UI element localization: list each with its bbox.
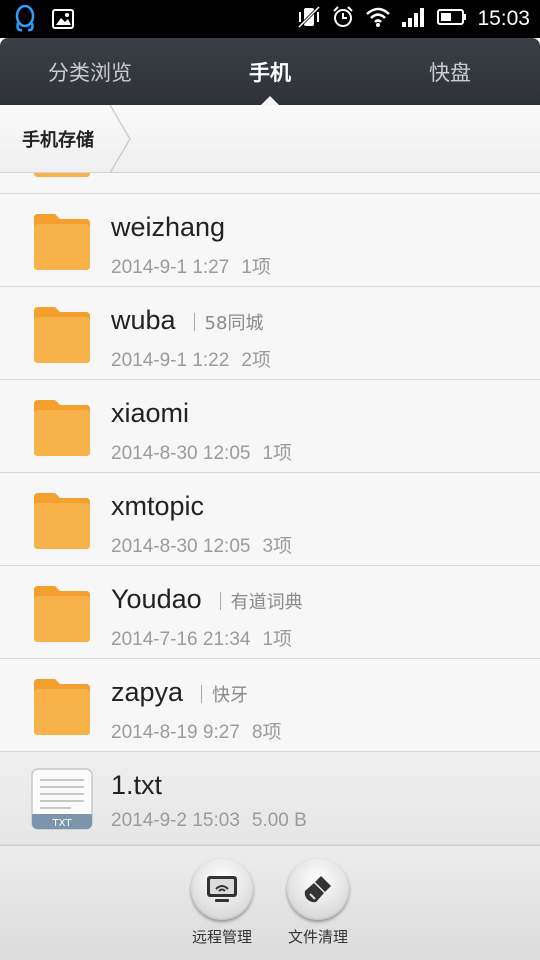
list-item-folder[interactable]: zapya 快牙 2014-8-19 9:27 8项 <box>0 659 540 752</box>
remote-manage-label: 远程管理 <box>191 928 252 946</box>
folder-icon <box>34 307 90 363</box>
item-name: Youdao <box>111 584 202 614</box>
item-count: 1项 <box>262 629 293 650</box>
list-item-folder[interactable]: wuba 58同城 2014-9-1 1:22 2项 <box>0 287 540 380</box>
item-count: 2项 <box>241 350 271 371</box>
item-name-row: 1.txt <box>111 770 162 801</box>
item-alias-text: 58同城 <box>204 313 264 334</box>
item-name-row: Youdao 有道词典 <box>111 584 303 615</box>
list-item-folder[interactable]: Youdao 有道词典 2014-7-16 21:34 1项 <box>0 566 540 659</box>
item-size: 5.00 B <box>251 810 307 831</box>
item-date: 2014-8-30 12:05 <box>111 536 251 557</box>
folder-icon <box>34 214 90 270</box>
bottom-action-bar: 远程管理 文件清理 <box>0 845 540 960</box>
battery-icon <box>437 8 467 30</box>
broom-clean-icon[interactable] <box>287 858 349 920</box>
item-count: 1项 <box>262 443 293 464</box>
remote-manage-icon[interactable] <box>191 858 253 920</box>
item-meta: 2014-7-16 21:34 1项 <box>111 624 292 651</box>
item-meta: 2014-9-2 15:03 5.00 B <box>111 810 307 832</box>
folder-icon <box>34 173 90 177</box>
vibrate-off-icon <box>297 5 321 32</box>
signal-icon <box>401 6 427 32</box>
folder-icon <box>34 493 90 549</box>
status-bar: 15:03 <box>0 0 540 38</box>
alarm-icon <box>331 5 355 33</box>
tab-category-browse[interactable]: 分类浏览 <box>0 38 180 105</box>
txt-file-icon: TXT <box>31 768 93 830</box>
qq-penguin-icon <box>14 4 36 37</box>
txt-badge: TXT <box>52 818 73 829</box>
list-item-folder[interactable]: weizhang 2014-9-1 1:27 1项 <box>0 194 540 287</box>
item-name: wuba <box>111 305 176 335</box>
clock-time: 15:03 <box>477 7 530 30</box>
item-name: weizhang <box>111 212 226 242</box>
item-name-row: wuba 58同城 <box>111 305 263 336</box>
list-item-partial <box>0 173 540 194</box>
item-count: 1项 <box>241 257 271 278</box>
item-meta: 2014-8-30 12:05 3项 <box>111 531 292 558</box>
folder-icon <box>34 400 90 456</box>
image-icon <box>52 9 74 33</box>
item-date: 2014-8-19 9:27 <box>111 722 240 743</box>
item-meta: 2014-8-19 9:27 8项 <box>111 717 281 744</box>
item-meta: 2014-8-30 12:05 1项 <box>111 438 292 465</box>
item-name-row: zapya 快牙 <box>111 677 248 708</box>
item-meta: 2014-9-1 1:27 1项 <box>111 252 271 279</box>
wifi-icon <box>365 6 391 32</box>
item-meta: 2014-9-1 1:22 2项 <box>111 345 271 372</box>
item-alias-text: 快牙 <box>212 685 249 706</box>
item-date: 2014-9-1 1:27 <box>111 257 230 278</box>
item-date: 2014-9-2 15:03 <box>111 810 240 831</box>
item-date: 2014-8-30 12:05 <box>111 443 251 464</box>
item-alias: 58同城 <box>193 309 264 335</box>
item-count: 8项 <box>251 722 282 743</box>
item-date: 2014-9-1 1:22 <box>111 350 230 371</box>
item-alias: 快牙 <box>201 681 248 707</box>
breadcrumb: 手机存储 <box>0 105 540 173</box>
item-name: xmtopic <box>111 491 205 521</box>
tab-phone[interactable]: 手机 <box>180 38 360 105</box>
list-item-folder[interactable]: xmtopic 2014-8-30 12:05 3项 <box>0 473 540 566</box>
file-clean-button[interactable]: 文件清理 <box>278 858 358 947</box>
tab-bar: 分类浏览 手机 快盘 <box>0 38 540 105</box>
item-name: 1.txt <box>111 770 163 800</box>
folder-icon <box>34 679 90 735</box>
item-name-row: weizhang <box>111 212 225 243</box>
item-count: 3项 <box>262 536 293 557</box>
item-name: xiaomi <box>111 398 190 428</box>
remote-manage-button[interactable]: 远程管理 <box>182 858 262 947</box>
item-name: zapya <box>111 677 184 707</box>
file-list[interactable]: weizhang 2014-9-1 1:27 1项 wuba 58同城 2014-9… <box>0 173 540 845</box>
item-alias-text: 有道词典 <box>230 592 303 613</box>
tab-kuaipan[interactable]: 快盘 <box>360 38 540 105</box>
list-item-folder[interactable]: xiaomi 2014-8-30 12:05 1项 <box>0 380 540 473</box>
item-name-row: xiaomi <box>111 398 189 429</box>
item-name-row: xmtopic <box>111 491 204 522</box>
breadcrumb-separator-icon <box>109 105 131 173</box>
file-clean-label: 文件清理 <box>287 928 348 946</box>
folder-icon <box>34 586 90 642</box>
list-item-file[interactable]: TXT 1.txt 2014-9-2 15:03 5.00 B <box>0 752 540 845</box>
item-date: 2014-7-16 21:34 <box>111 629 251 650</box>
item-alias: 有道词典 <box>219 588 303 614</box>
